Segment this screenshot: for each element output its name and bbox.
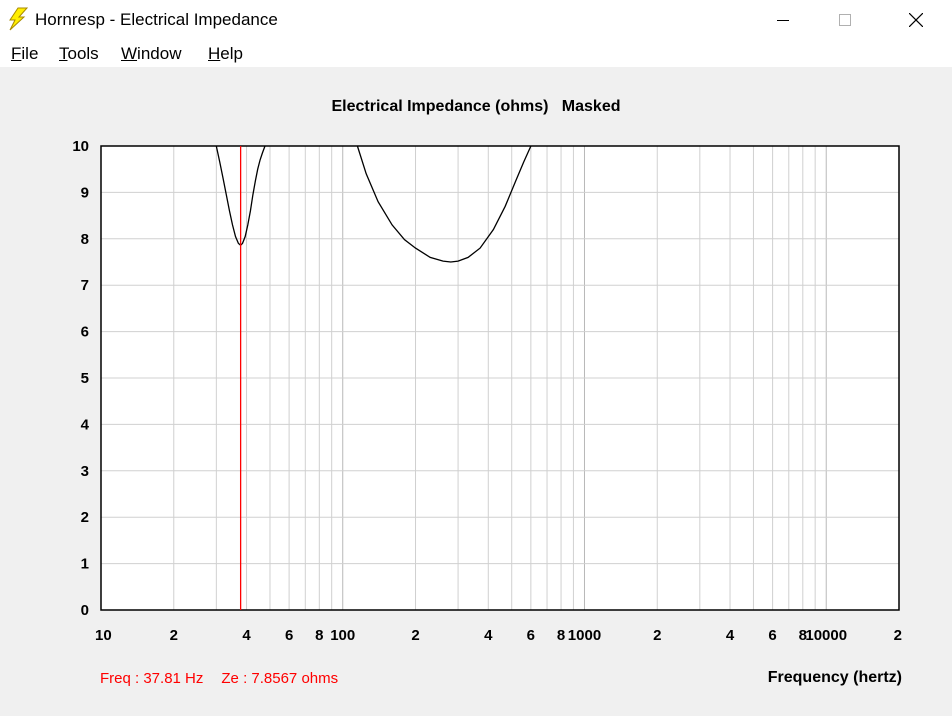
freq-readout: Freq : 37.81 Hz — [100, 670, 204, 687]
y-tick-label: 0 — [81, 602, 89, 619]
maximize-button[interactable] — [822, 0, 868, 40]
menu-file[interactable]: File — [11, 44, 38, 64]
x-axis-label: Frequency (hertz) — [767, 669, 902, 686]
maximize-icon — [839, 14, 851, 26]
y-tick-label: 6 — [81, 324, 89, 341]
y-tick-label: 5 — [81, 370, 89, 387]
cursor-readout: Freq : 37.81 Hz Ze : 7.8567 ohms — [100, 670, 356, 687]
minimize-button[interactable] — [760, 0, 806, 40]
lightning-icon — [9, 7, 28, 31]
x-tick-label: 8 — [557, 627, 565, 644]
y-tick-label: 10 — [72, 138, 89, 155]
y-tick-label: 7 — [81, 277, 89, 294]
y-tick-label: 8 — [81, 231, 89, 248]
x-tick-label: 8 — [315, 627, 323, 644]
x-tick-label: 10 — [95, 627, 112, 644]
x-tick-label: 1000 — [568, 627, 601, 644]
ze-readout: Ze : 7.8567 ohms — [221, 670, 339, 687]
x-tick-label: 2 — [411, 627, 419, 644]
x-tick-label: 6 — [768, 627, 776, 644]
y-tick-label: 1 — [81, 556, 89, 573]
menu-bar: File Tools Window Help — [0, 40, 952, 67]
y-tick-label: 2 — [81, 509, 89, 526]
x-tick-label: 6 — [527, 627, 535, 644]
impedance-chart[interactable]: 10987654321010 2 4 6 8 100 2 4 6 8 1000 2 4 6 810000 2 — [0, 67, 952, 716]
menu-window[interactable]: Window — [121, 44, 181, 64]
menu-help[interactable]: Help — [208, 44, 243, 64]
x-tick-label: 6 — [285, 627, 293, 644]
x-tick-label: 2 — [894, 627, 902, 644]
menu-tools[interactable]: Tools — [59, 44, 99, 64]
x-tick-label: 10000 — [805, 627, 847, 644]
x-tick-label: 2 — [653, 627, 661, 644]
title-bar: Hornresp - Electrical Impedance — [0, 0, 952, 40]
y-tick-label: 3 — [81, 463, 89, 480]
x-tick-label: 100 — [330, 627, 355, 644]
window-title: Hornresp - Electrical Impedance — [35, 10, 278, 29]
close-button[interactable] — [893, 0, 939, 40]
x-tick-label: 4 — [242, 627, 251, 644]
x-tick-label: 2 — [170, 627, 178, 644]
y-tick-label: 4 — [81, 416, 90, 433]
minimize-icon — [777, 20, 789, 21]
x-tick-label: 4 — [726, 627, 735, 644]
y-tick-label: 9 — [81, 184, 89, 201]
x-tick-label: 4 — [484, 627, 493, 644]
close-icon — [909, 13, 923, 27]
